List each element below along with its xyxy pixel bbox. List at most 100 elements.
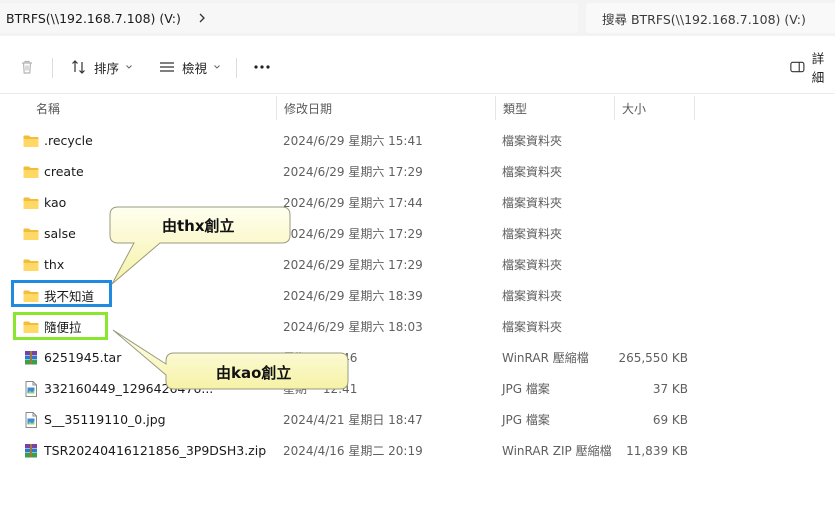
file-type: 檔案資料夾 (502, 227, 563, 241)
file-size (615, 125, 688, 156)
more-options-button[interactable] (252, 40, 272, 94)
file-row[interactable]: kao 2024/6/29 星期六 17:44 檔案資料夾 (0, 187, 835, 218)
file-type: JPG 檔案 (502, 413, 550, 427)
file-size (615, 156, 688, 187)
view-button[interactable]: 檢視 (158, 40, 221, 94)
file-row[interactable]: 332160449_1296426476... 星期一 12:41 JPG 檔案 37… (0, 373, 835, 404)
folder-icon (23, 166, 39, 178)
file-row[interactable]: create 2024/6/29 星期六 17:29 檔案資料夾 (0, 156, 835, 187)
toolbar-divider (236, 58, 237, 78)
sort-button[interactable]: 排序 (70, 40, 133, 94)
trash-icon (22, 60, 32, 74)
folder-icon (23, 197, 39, 209)
highlight-box-blue (11, 280, 112, 307)
file-modified: 2024/6/29 星期六 18:39 (283, 289, 423, 303)
file-name-cell[interactable]: kao (22, 187, 66, 218)
chevron-right-icon[interactable] (195, 11, 209, 25)
winrar-archive-icon (25, 350, 37, 364)
file-row[interactable]: S__35119110_0.jpg 2024/4/21 星期日 18:47 JPG … (0, 404, 835, 435)
file-modified: 2024/6/29 星期六 17:29 (283, 165, 423, 179)
file-name-cell[interactable]: 6251945.tar (22, 342, 121, 373)
command-bar: 排序 檢視 詳細 (0, 40, 835, 94)
file-name: salse (44, 226, 76, 241)
callout-thx-text: 由thx創立 (162, 217, 235, 235)
file-name: 6251945.tar (44, 350, 122, 365)
file-row[interactable]: TSR20240416121856_3P9DSH3.zip 2024/4/16 星… (0, 435, 835, 466)
file-name: create (44, 164, 84, 179)
sort-label: 排序 (94, 60, 120, 76)
file-type: 檔案資料夾 (502, 258, 563, 272)
jpg-file-icon (25, 380, 37, 397)
file-explorer-window: BTRFS(\\192.168.7.108) (V:) 搜尋 BTRFS(\\1… (0, 0, 835, 518)
sort-icon (72, 60, 85, 74)
address-bar[interactable]: BTRFS(\\192.168.7.108) (V:) (0, 3, 578, 33)
file-row[interactable]: .recycle 2024/6/29 星期六 15:41 檔案資料夾 (0, 125, 835, 156)
file-name-cell[interactable]: create (22, 156, 84, 187)
file-name: .recycle (44, 133, 93, 148)
file-name-cell[interactable]: 332160449_1296426476... (22, 373, 213, 404)
folder-icon (23, 259, 39, 271)
file-row[interactable]: 隨便拉 2024/6/29 星期六 18:03 檔案資料夾 (0, 311, 835, 342)
file-type: WinRAR 壓縮檔 (502, 351, 589, 365)
file-modified: 2024/4/21 星期日 18:47 (283, 413, 423, 427)
file-name-cell[interactable]: TSR20240416121856_3P9DSH3.zip (22, 435, 266, 466)
file-modified: 星期二 19:46 (283, 351, 358, 365)
column-header-row: 名稱 修改日期 類型 大小 (0, 94, 835, 122)
address-row: BTRFS(\\192.168.7.108) (V:) 搜尋 BTRFS(\\1… (0, 0, 835, 36)
file-size (615, 249, 688, 280)
search-input[interactable]: 搜尋 BTRFS(\\192.168.7.108) (V:) (586, 3, 835, 33)
file-type: 檔案資料夾 (502, 320, 563, 334)
file-name: thx (44, 257, 65, 272)
details-label: 詳細 (811, 51, 825, 85)
column-divider[interactable] (694, 96, 695, 120)
file-modified: 2024/4/16 星期二 20:19 (283, 444, 423, 458)
column-header-type[interactable]: 類型 (503, 94, 527, 122)
search-placeholder: 搜尋 BTRFS(\\192.168.7.108) (V:) (602, 11, 806, 27)
file-type: 檔案資料夾 (502, 165, 563, 179)
chevron-down-icon (126, 65, 132, 69)
more-icon (254, 65, 270, 69)
file-row[interactable]: thx 2024/6/29 星期六 17:29 檔案資料夾 (0, 249, 835, 280)
file-name-cell[interactable]: S__35119110_0.jpg (22, 404, 166, 435)
file-row[interactable]: salse 2024/6/29 星期六 17:29 檔案資料夾 (0, 218, 835, 249)
winrar-archive-icon (25, 443, 37, 457)
file-size (615, 311, 688, 342)
column-header-name[interactable]: 名稱 (36, 94, 60, 122)
file-size: 69 KB (652, 412, 688, 427)
folder-icon (23, 228, 39, 240)
file-name: S__35119110_0.jpg (44, 412, 166, 427)
column-divider[interactable] (495, 96, 496, 120)
file-row[interactable]: 6251945.tar 星期二 19:46 WinRAR 壓縮檔 265,550 KB (0, 342, 835, 373)
details-pane-button[interactable]: 詳細 (789, 40, 835, 94)
column-header-size[interactable]: 大小 (622, 94, 646, 122)
file-type: WinRAR ZIP 壓縮檔 (502, 444, 612, 458)
file-modified: 2024/6/29 星期六 17:29 (283, 258, 423, 272)
file-row[interactable]: 我不知道 2024/6/29 星期六 18:39 檔案資料夾 (0, 280, 835, 311)
view-list-icon (160, 62, 174, 72)
jpg-file-icon (25, 411, 37, 428)
delete-button[interactable] (18, 40, 36, 94)
chevron-down-icon (214, 65, 220, 69)
file-name-cell[interactable]: .recycle (22, 125, 93, 156)
file-modified: 星期一 12:41 (283, 382, 358, 396)
address-path[interactable]: BTRFS(\\192.168.7.108) (V:) (6, 11, 181, 26)
file-modified: 2024/6/29 星期六 17:29 (283, 227, 423, 241)
file-size: 11,839 KB (626, 443, 688, 458)
file-size: 37 KB (652, 381, 688, 396)
file-size: 265,550 KB (618, 350, 688, 365)
callout-kao-text: 由kao創立 (216, 364, 292, 382)
file-modified: 2024/6/29 星期六 18:03 (283, 320, 423, 334)
file-name-cell[interactable]: thx (22, 249, 64, 280)
file-name-cell[interactable]: salse (22, 218, 76, 249)
column-divider[interactable] (276, 96, 277, 120)
file-modified: 2024/6/29 星期六 15:41 (283, 134, 423, 148)
file-type: JPG 檔案 (502, 382, 550, 396)
column-header-modified[interactable]: 修改日期 (284, 94, 332, 122)
file-size (615, 187, 688, 218)
file-size (615, 218, 688, 249)
file-name: TSR20240416121856_3P9DSH3.zip (44, 443, 267, 458)
toolbar-divider (52, 58, 53, 78)
column-divider[interactable] (614, 96, 615, 120)
file-modified: 2024/6/29 星期六 17:44 (283, 196, 423, 210)
file-name: kao (44, 195, 67, 210)
